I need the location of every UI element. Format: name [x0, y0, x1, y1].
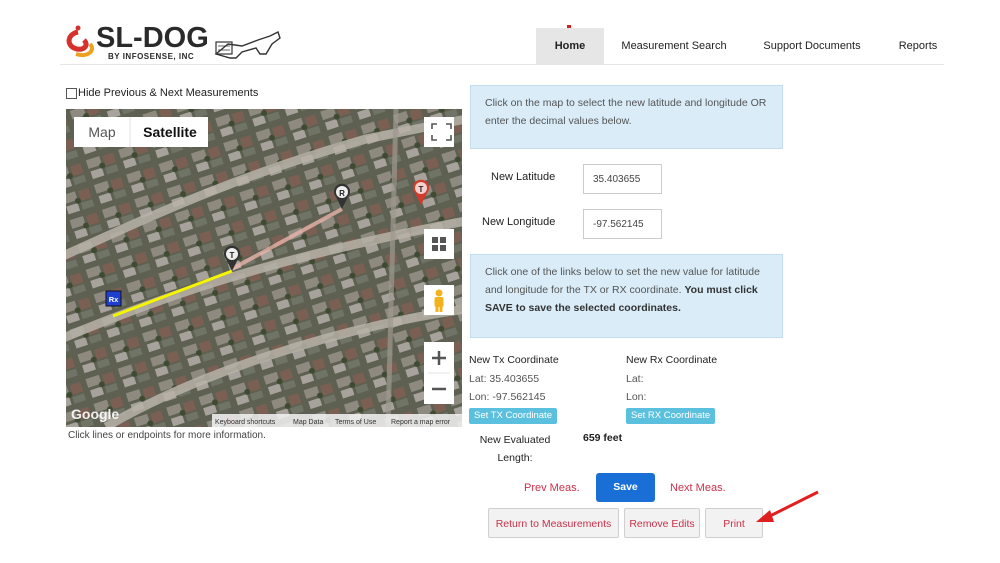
hide-measurements-row[interactable]: Hide Previous & Next Measurements [66, 87, 258, 99]
dog-illustration-icon [214, 31, 281, 59]
new-evaluated-length-value: 659 feet [583, 432, 623, 444]
prev-measurement-link[interactable]: Prev Meas. [524, 482, 580, 494]
hide-measurements-checkbox[interactable] [66, 87, 77, 99]
fullscreen-icon[interactable] [424, 117, 454, 147]
hide-measurements-label: Hide Previous & Next Measurements [78, 87, 259, 99]
next-measurement-link[interactable]: Next Meas. [670, 482, 726, 494]
red-arrow-annotation-icon [756, 490, 819, 522]
logo-subtitle: BY INFOSENSE, INC [108, 52, 195, 61]
return-to-measurements-button[interactable]: Return to Measurements [488, 508, 619, 538]
new-rx-coordinate-heading: New Rx Coordinate [626, 354, 718, 366]
tx-latitude: Lat: 35.403655 [469, 373, 540, 385]
map-imagery: T R T Rx Map Satellite Google Keyboard s… [66, 109, 462, 427]
zoom-controls[interactable] [424, 342, 454, 404]
street-view-pegman-icon[interactable] [424, 285, 454, 315]
new-evaluated-length-label: New Evaluated Length: [479, 434, 551, 464]
logo-text: SL-DOG [96, 22, 209, 54]
rx-longitude: Lon: [626, 391, 647, 403]
terms-of-use-link[interactable]: Terms of Use [335, 419, 376, 426]
new-tx-coordinate-heading: New Tx Coordinate [469, 354, 559, 366]
map-instructions-box: Click on the map to select the new latit… [470, 85, 783, 149]
save-button[interactable]: Save [596, 473, 655, 502]
layers-icon[interactable] [424, 229, 454, 259]
new-latitude-label: New Latitude [491, 171, 556, 183]
map-hint: Click lines or endpoints for more inform… [68, 430, 266, 441]
new-longitude-input[interactable]: -97.562145 [583, 209, 662, 239]
svg-text:T: T [419, 185, 424, 194]
new-latitude-input[interactable]: 35.403655 [583, 164, 662, 194]
nav-home[interactable]: Home [536, 28, 604, 64]
coordinate-instructions-box: Click one of the links below to set the … [470, 254, 783, 338]
header-divider [60, 64, 944, 65]
remove-edits-button[interactable]: Remove Edits [624, 508, 700, 538]
map-data-link[interactable]: Map Data [293, 419, 323, 426]
set-rx-coordinate-button[interactable]: Set RX Coordinate [626, 408, 716, 424]
rx-latitude: Lat: [626, 373, 644, 385]
new-longitude-label: New Longitude [482, 216, 556, 228]
tx-longitude: Lon: -97.562145 [469, 391, 546, 403]
map-instructions-text: Click on the map to select the new latit… [485, 97, 767, 127]
report-map-error-link[interactable]: Report a map error [391, 419, 451, 426]
rx-box-marker-icon[interactable]: Rx [105, 290, 122, 307]
map-type-map-tab[interactable]: Map [88, 124, 115, 140]
set-tx-coordinate-button[interactable]: Set TX Coordinate [469, 408, 557, 424]
satellite-map[interactable]: T R T Rx Map Satellite Google Keyboard s… [66, 109, 462, 427]
svg-text:T: T [230, 251, 235, 260]
nav-support-documents[interactable]: Support Documents [752, 28, 872, 64]
nav-measurement-search[interactable]: Measurement Search [612, 28, 736, 64]
svg-text:R: R [339, 189, 345, 198]
google-logo: Google [71, 406, 119, 422]
keyboard-shortcuts-link[interactable]: Keyboard shortcuts [215, 419, 276, 426]
nav-reports[interactable]: Reports [888, 28, 948, 64]
svg-text:Rx: Rx [109, 295, 119, 304]
map-type-satellite-tab[interactable]: Satellite [143, 124, 197, 140]
